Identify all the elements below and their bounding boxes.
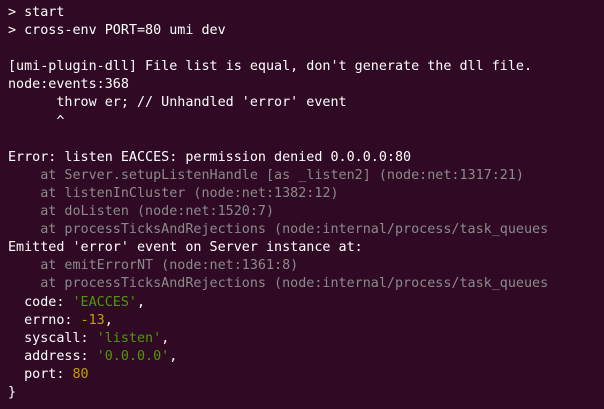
terminal-text-segment: at processTicksAndRejections (node:inter… <box>8 222 549 238</box>
terminal-line-prop-port: port: 80 <box>8 366 604 384</box>
terminal-line-closing-brace: } <box>8 384 604 402</box>
terminal-line-throw-er: throw er; // Unhandled 'error' event <box>8 94 604 112</box>
terminal-text-segment: at Server.setupListenHandle [as _listen2… <box>8 167 524 183</box>
terminal-text-segment: at processTicksAndRejections (node:inter… <box>8 276 549 292</box>
terminal-text-segment: syscall: <box>8 330 97 346</box>
terminal-line-stack-4: at processTicksAndRejections (node:inter… <box>8 221 604 239</box>
terminal-text-segment: } <box>8 384 17 400</box>
terminal-text-segment: , <box>161 330 170 346</box>
terminal-text-segment: Error: listen EACCES: permission denied … <box>8 149 412 165</box>
terminal-line-stack-3: at doListen (node:net:1520:7) <box>8 203 604 221</box>
terminal-text-segment: , <box>104 312 113 328</box>
terminal-line-prop-syscall: syscall: 'listen', <box>8 330 604 348</box>
terminal-line-stack-2: at listenInCluster (node:net:1382:12) <box>8 185 604 203</box>
terminal-text-segment: at doListen (node:net:1520:7) <box>8 204 275 220</box>
terminal-line-caret: ^ <box>8 113 604 131</box>
terminal-line-error-msg: Error: listen EACCES: permission denied … <box>8 149 604 167</box>
terminal-text-segment: '0.0.0.0' <box>96 348 170 364</box>
terminal-line-node-events: node:events:368 <box>8 76 604 94</box>
terminal-text-segment: 80 <box>72 366 89 382</box>
terminal-line-prop-address: address: '0.0.0.0', <box>8 348 604 366</box>
terminal-text-segment: code: <box>8 294 73 310</box>
terminal-line-stack-5: at emitErrorNT (node:net:1361:8) <box>8 257 604 275</box>
terminal-text-segment: Emitted 'error' event on Server instance… <box>8 240 363 256</box>
terminal-line-stack-1: at Server.setupListenHandle [as _listen2… <box>8 167 604 185</box>
terminal-line-prop-code: code: 'EACCES', <box>8 294 604 312</box>
terminal-text-segment: > cross-env PORT=80 umi dev <box>8 23 226 39</box>
terminal-text-segment: -13 <box>80 312 105 328</box>
terminal-text-segment: ^ <box>8 113 65 129</box>
terminal-line-blank-2 <box>8 131 604 149</box>
terminal-line-cmd-start: > start <box>8 4 604 22</box>
terminal-line-cmd-crossenv: > cross-env PORT=80 umi dev <box>8 22 604 40</box>
terminal-text-segment: node:events:368 <box>8 77 129 93</box>
terminal-text-segment: at emitErrorNT (node:net:1361:8) <box>8 258 299 274</box>
terminal-text-segment: port: <box>8 366 73 382</box>
terminal-text-segment: 'EACCES' <box>72 294 138 310</box>
terminal-line-dll-msg: [umi-plugin-dll] File list is equal, don… <box>8 58 604 76</box>
terminal-text-segment: , <box>169 348 178 364</box>
terminal-text-segment: address: <box>8 348 97 364</box>
terminal-text-segment: , <box>137 294 146 310</box>
terminal-text-segment: errno: <box>8 312 81 328</box>
terminal-text-segment: 'listen' <box>96 330 162 346</box>
terminal-window[interactable]: > start > cross-env PORT=80 umi dev [umi-p… <box>0 0 604 409</box>
terminal-text-segment: [umi-plugin-dll] File list is equal, don… <box>8 59 533 75</box>
terminal-line-prop-errno: errno: -13, <box>8 312 604 330</box>
terminal-text-segment: > start <box>8 5 65 20</box>
terminal-line-blank-1 <box>8 40 604 58</box>
terminal-line-stack-6: at processTicksAndRejections (node:inter… <box>8 275 604 293</box>
terminal-text-segment: throw er; // Unhandled 'error' event <box>8 95 347 111</box>
terminal-line-emitted-msg: Emitted 'error' event on Server instance… <box>8 239 604 257</box>
terminal-text-segment: at listenInCluster (node:net:1382:12) <box>8 185 339 201</box>
